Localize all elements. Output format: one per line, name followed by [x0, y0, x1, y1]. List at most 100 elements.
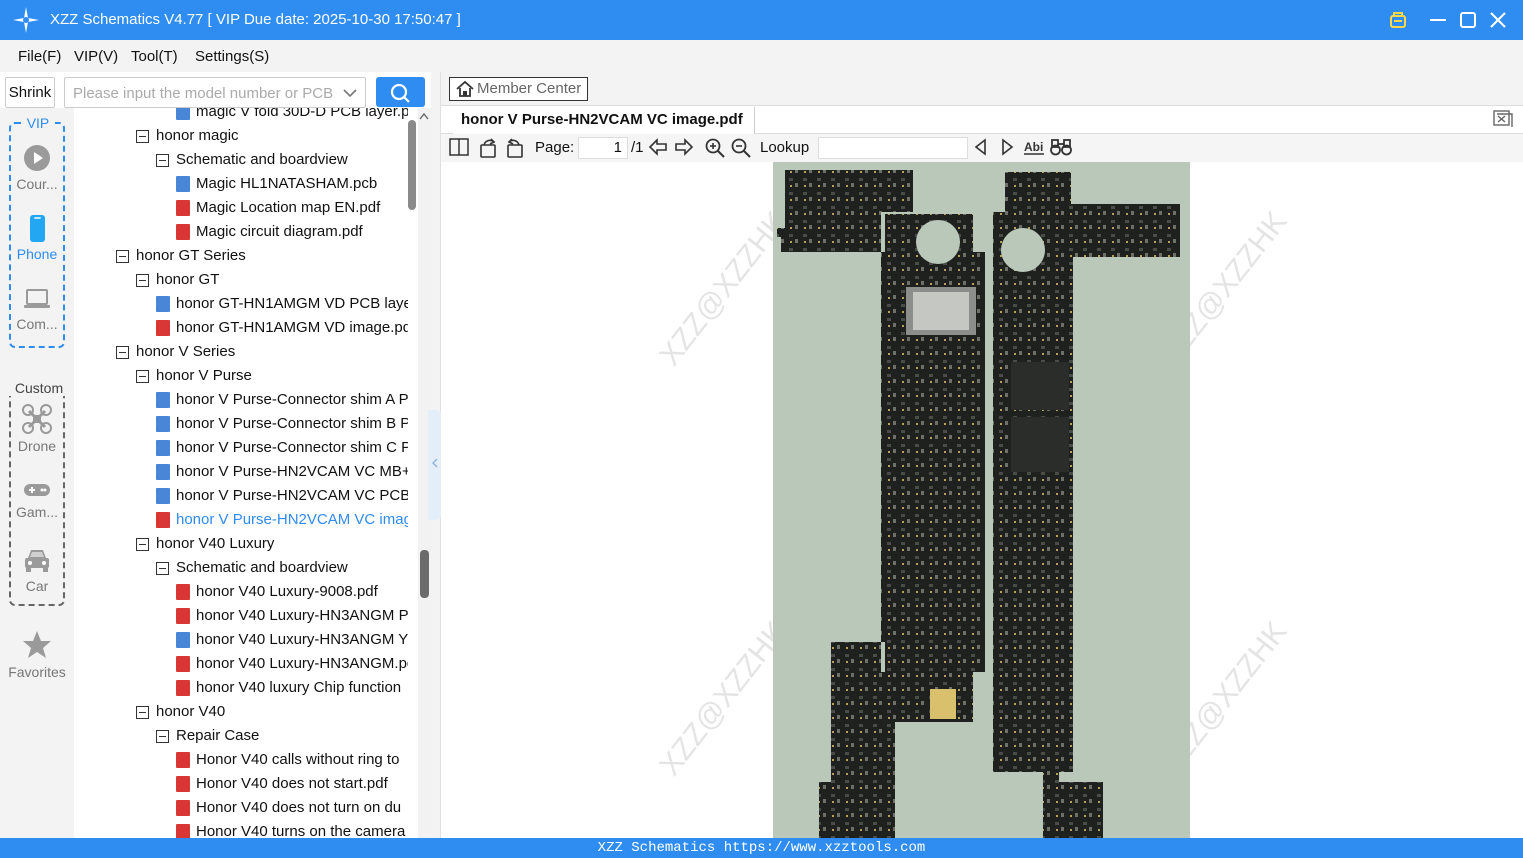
tree-file[interactable]: honor V Purse-HN2VCAM VC PCB [74, 484, 408, 508]
model-search-combobox[interactable] [64, 77, 366, 108]
maximize-icon[interactable] [1454, 6, 1482, 34]
tree-item-label: honor V Purse-Connector shim B PCB [176, 415, 408, 432]
rail-item-favorites[interactable]: Favorites [0, 630, 74, 680]
collapse-toggle-icon[interactable] [136, 538, 149, 551]
sidebar-toggle-icon[interactable] [449, 138, 469, 156]
tree-file[interactable]: honor V Purse-HN2VCAM VC MB+ [74, 460, 408, 484]
search-input[interactable] [73, 83, 335, 103]
collapse-toggle-icon[interactable] [156, 562, 169, 575]
previous-page-arrow-icon[interactable] [648, 138, 668, 156]
pdf-viewer[interactable]: XZZ@XZZHK XZZ@XZZHK XZZ@XZZHK XZZ@XZZHK [441, 162, 1523, 838]
tree-item-label: honor V40 Luxury-HN3ANGM PCB [196, 607, 408, 624]
tree-file[interactable]: Magic Location map EN.pdf [74, 196, 408, 220]
tree-file[interactable]: honor V40 luxury Chip function [74, 676, 408, 700]
tree-file[interactable]: honor V Purse-Connector shim B PCB [74, 412, 408, 436]
tree-folder[interactable]: honor V Purse [74, 364, 408, 388]
find-next-icon[interactable] [998, 138, 1016, 156]
member-center-button[interactable]: Member Center [449, 77, 588, 101]
rotate-left-icon[interactable] [478, 138, 498, 158]
rotate-right-icon[interactable] [505, 138, 525, 158]
rail-item-computer[interactable]: Com... [0, 286, 74, 332]
vip-group-label: VIP [21, 115, 55, 131]
collapse-toggle-icon[interactable] [136, 706, 149, 719]
tree-folder[interactable]: Repair Case [74, 724, 408, 748]
tree-scroll-thumb-secondary[interactable] [420, 550, 429, 598]
pdf-file-icon [176, 608, 190, 624]
tree-file[interactable]: honor V40 Luxury-HN3ANGM YD [74, 628, 408, 652]
zoom-in-icon[interactable] [705, 138, 725, 158]
tree-scroll-thumb[interactable] [408, 120, 416, 210]
collapse-panel-handle[interactable] [428, 410, 442, 520]
tree-file[interactable]: honor V Purse-Connector shim A PCB [74, 388, 408, 412]
minimize-icon[interactable] [1424, 6, 1452, 34]
window-title: XZZ Schematics V4.77 [ VIP Due date: 202… [50, 11, 461, 28]
tree-file[interactable]: honor V40 Luxury-9008.pdf [74, 580, 408, 604]
pdf-file-icon [176, 776, 190, 792]
model-tree[interactable]: magic V fold 30D-D PCB layer.pcb honor ma… [74, 108, 418, 838]
document-tab[interactable]: honor V Purse-HN2VCAM VC image.pdf [453, 107, 755, 134]
tree-folder[interactable]: honor GT Series [74, 244, 408, 268]
tree-file[interactable]: Honor V40 calls without ring to [74, 748, 408, 772]
menu-vip[interactable]: VIP(V) [74, 48, 118, 65]
collapse-toggle-icon[interactable] [136, 130, 149, 143]
member-center-label: Member Center [477, 80, 582, 97]
tree-folder[interactable]: honor V Series [74, 340, 408, 364]
custom-group-label: Custom [9, 380, 69, 396]
tree-file[interactable]: honor GT-HN1AMGM VD image.pdf [74, 316, 408, 340]
tree-file[interactable]: Honor V40 does not turn on du [74, 796, 408, 820]
tree-file[interactable]: honor V Purse-HN2VCAM VC image.pdf [74, 508, 408, 532]
vip-badge-icon[interactable] [1384, 6, 1412, 34]
tree-folder[interactable]: honor magic [74, 124, 408, 148]
drone-icon [22, 404, 52, 434]
close-tabs-icon[interactable] [1493, 110, 1513, 128]
lookup-input[interactable] [818, 137, 968, 159]
collapse-toggle-icon[interactable] [116, 250, 129, 263]
collapse-toggle-icon[interactable] [116, 346, 129, 359]
collapse-toggle-icon[interactable] [136, 274, 149, 287]
zoom-out-icon[interactable] [731, 138, 751, 158]
rail-item-phone[interactable]: Phone [0, 214, 74, 262]
tree-file[interactable]: honor V40 Luxury-HN3ANGM PCB [74, 604, 408, 628]
rail-item-courses[interactable]: Cour... [0, 144, 74, 192]
binoculars-icon[interactable] [1050, 138, 1072, 156]
collapse-toggle-icon[interactable] [156, 730, 169, 743]
tree-item-label: honor V Purse-HN2VCAM VC image.pdf [176, 511, 408, 528]
find-previous-icon[interactable] [972, 138, 990, 156]
tree-file[interactable]: Honor V40 turns on the camera [74, 820, 408, 838]
tree-item-label: honor V40 Luxury [156, 535, 275, 552]
tree-file[interactable]: honor GT-HN1AMGM VD PCB layer [74, 292, 408, 316]
shrink-button[interactable]: Shrink [5, 77, 55, 108]
rail-item-drone[interactable]: Drone [0, 404, 74, 454]
tree-folder[interactable]: honor GT [74, 268, 408, 292]
collapse-toggle-icon[interactable] [156, 154, 169, 167]
menu-tool[interactable]: Tool(T) [131, 48, 178, 65]
tree-folder[interactable]: honor V40 [74, 700, 408, 724]
tree-folder[interactable]: honor V40 Luxury [74, 532, 408, 556]
tree-file[interactable]: Honor V40 does not start.pdf [74, 772, 408, 796]
collapse-toggle-icon[interactable] [136, 370, 149, 383]
next-page-arrow-icon[interactable] [674, 138, 694, 156]
match-case-icon[interactable]: Abi [1023, 138, 1045, 156]
pdf-file-icon [176, 200, 190, 216]
pcb-file-icon [176, 108, 190, 120]
rail-item-car[interactable]: Car [0, 546, 74, 594]
gamepad-icon [24, 484, 50, 496]
page-total: /1 [631, 139, 644, 156]
tree-folder[interactable]: Schematic and boardview [74, 556, 408, 580]
tree-file[interactable]: honor V40 Luxury-HN3ANGM.pdf [74, 652, 408, 676]
rail-item-game[interactable]: Gam... [0, 480, 74, 520]
close-icon[interactable] [1484, 6, 1512, 34]
play-circle-icon [24, 145, 50, 171]
tree-file[interactable]: honor V Purse-Connector shim C PCB [74, 436, 408, 460]
laptop-icon [24, 289, 50, 308]
chevron-down-icon[interactable] [342, 85, 358, 101]
tree-file[interactable]: magic V fold 30D-D PCB layer.pcb [74, 108, 408, 124]
scroll-up-arrow-icon[interactable] [419, 112, 429, 120]
menu-settings[interactable]: Settings(S) [195, 48, 269, 65]
menu-file[interactable]: File(F) [18, 48, 61, 65]
search-button[interactable] [376, 77, 425, 107]
tree-file[interactable]: Magic HL1NATASHAM.pcb [74, 172, 408, 196]
page-number-input[interactable]: 1 [578, 137, 628, 159]
tree-folder[interactable]: Schematic and boardview [74, 148, 408, 172]
tree-file[interactable]: Magic circuit diagram.pdf [74, 220, 408, 244]
